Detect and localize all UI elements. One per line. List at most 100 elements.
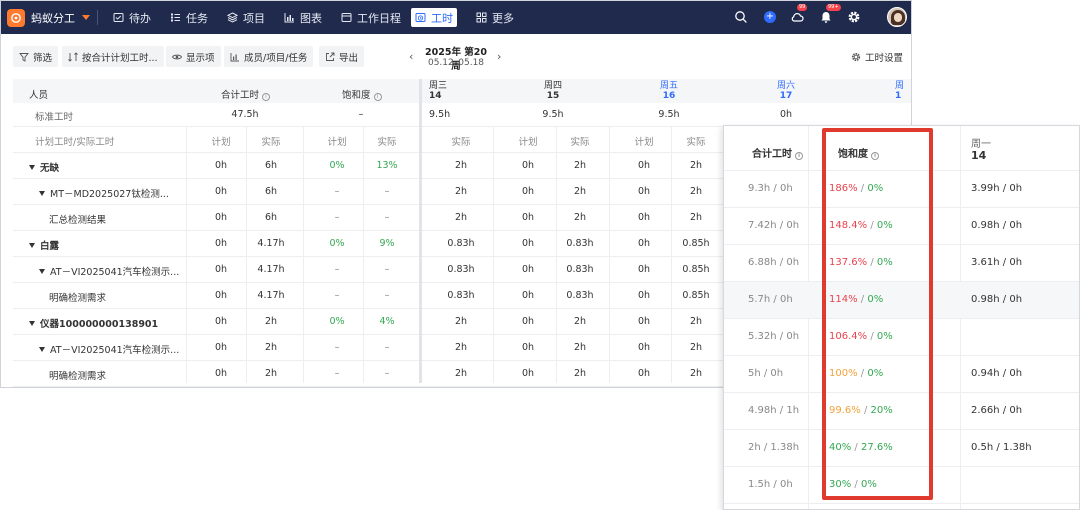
brand-switcher[interactable]: 蚂蚁分工 [7,7,90,28]
table-cell: 0h [521,342,535,353]
sync-button[interactable]: 99 [788,4,808,26]
row-name-label: 无缺 [40,163,60,174]
next-week-arrow-icon[interactable]: › [497,50,501,63]
zoom-total-cell: 9.3h / 0h [748,183,793,194]
day-header: 周三 14 [429,81,489,101]
expand-caret-icon[interactable] [39,191,45,196]
prev-week-arrow-icon[interactable]: ‹ [409,50,413,63]
col-header-total: 合计工时 i [221,87,271,101]
info-icon[interactable]: i [262,93,271,101]
table-cell: 0h [637,186,651,197]
nav-item-schedule[interactable]: 工作日程 [337,8,405,27]
zoom-total-cell: 4.98h / 1h [748,405,800,416]
col-divider [186,127,187,383]
zoom-total-cell: 5h / 0h [748,368,784,379]
brand-name: 蚂蚁分工 [31,11,75,25]
day-header: 周四 15 [523,81,583,101]
row-name[interactable]: 汇总检测结果 [49,212,106,226]
nav-item-project[interactable]: 项目 [223,8,269,27]
zoom-col-day-date: 14 [971,149,987,162]
table-cell: 4% [379,316,395,327]
expand-caret-icon[interactable] [39,269,45,274]
table-cell: 2h [689,160,703,171]
nav-item-chart[interactable]: 图表 [280,8,326,27]
standard-hours-label: 标准工时 [35,112,74,123]
nav-item-label: 项目 [243,11,265,25]
avatar[interactable] [887,7,907,27]
frozen-column-divider [419,79,422,383]
table-cell: 6h [264,160,278,171]
display-button[interactable]: 显示项 [166,46,221,67]
expand-caret-icon[interactable] [29,243,35,248]
row-name-label: MT－MD2025027钛检测... [50,189,169,200]
table-cell: 2h [264,368,278,379]
dimension-button[interactable]: 成员/项目/任务 [224,46,314,67]
col-divider [246,127,247,383]
table-cell: 2h [573,316,587,327]
table-cell: 0h [637,238,651,249]
info-icon[interactable]: i [795,152,803,160]
row-name[interactable]: 明确检测需求 [49,368,106,382]
table-cell: 2h [454,160,468,171]
expand-caret-icon[interactable] [29,321,35,326]
table-cell: 0h [637,264,651,275]
zoom-day-cell: 0.5h / 1.38h [971,442,1032,453]
brand-caret-icon [82,15,90,20]
table-cell: 0h [521,160,535,171]
day-header-date: 17 [779,91,793,101]
subheader-cell: 实际 [451,137,471,148]
table-cell: 2h [573,368,587,379]
row-name-label: AT－VI2025041汽车检测示... [50,267,180,278]
create-button[interactable]: + [761,8,779,26]
row-name[interactable]: MT－MD2025027钛检测... [39,186,169,200]
table-cell: 2h [689,316,703,327]
filter-button[interactable]: 筛选 [13,46,59,67]
nav-item-label: 待办 [129,11,151,25]
todo-icon [113,13,124,22]
row-name[interactable]: AT－VI2025041汽车检测示... [39,342,179,356]
row-name-label: 明确检测需求 [49,371,107,382]
table-cell: 2h [264,316,278,327]
expand-caret-icon[interactable] [39,347,45,352]
table-cell: 0.83h [447,238,475,249]
worktime-settings-button[interactable]: 工时设置 [851,50,903,64]
notification-button[interactable]: 99+ [817,4,841,26]
nav-item-label: 图表 [300,11,322,25]
nav-item-task[interactable]: 任务 [166,8,212,27]
row-name[interactable]: 明确检测需求 [49,290,106,304]
table-cell: 0.85h [682,264,710,275]
table-cell: 4.17h [257,238,285,249]
filter-label: 筛选 [33,52,53,64]
search-button[interactable] [732,8,750,26]
row-name[interactable]: 白露 [29,238,59,252]
zoom-total-cell: 7.42h / 0h [748,220,800,231]
sort-icon [68,51,78,62]
col-divider [303,127,304,383]
zoom-row-divider [724,503,1079,504]
group-by-button[interactable]: 按合计计划工时... [62,46,164,67]
table-cell: 0.85h [682,238,710,249]
nav-item-todo[interactable]: 待办 [109,8,155,27]
export-button[interactable]: 导出 [319,46,365,67]
standard-total: 47.5h [231,109,259,120]
row-name[interactable]: 无缺 [29,160,59,174]
table-cell: 2h [689,368,703,379]
expand-caret-icon[interactable] [29,165,35,170]
table-cell: 2h [454,316,468,327]
table-cell: 2h [689,342,703,353]
info-icon[interactable]: i [373,93,382,101]
zoom-day-cell: 0.94h / 0h [971,368,1023,379]
table-cell: 0h [637,290,651,301]
row-name[interactable]: 仪器100000000138901 [29,316,158,330]
nav-item-more[interactable]: 更多 [472,8,518,27]
subheader-label: 计划工时/实际工时 [35,137,115,148]
table-cell: 0h [637,212,651,223]
settings-button[interactable] [845,8,863,26]
table-cell: 2h [454,212,468,223]
zoom-day-cell: 0.98h / 0h [971,294,1023,305]
row-name[interactable]: AT－VI2025041汽车检测示... [39,264,179,278]
zoom-col-day-name: 周一 [971,139,991,150]
nav-item-label: 工作日程 [357,11,401,25]
table-cell: – [384,264,390,275]
nav-item-worktime[interactable]: 工时 [411,8,457,27]
